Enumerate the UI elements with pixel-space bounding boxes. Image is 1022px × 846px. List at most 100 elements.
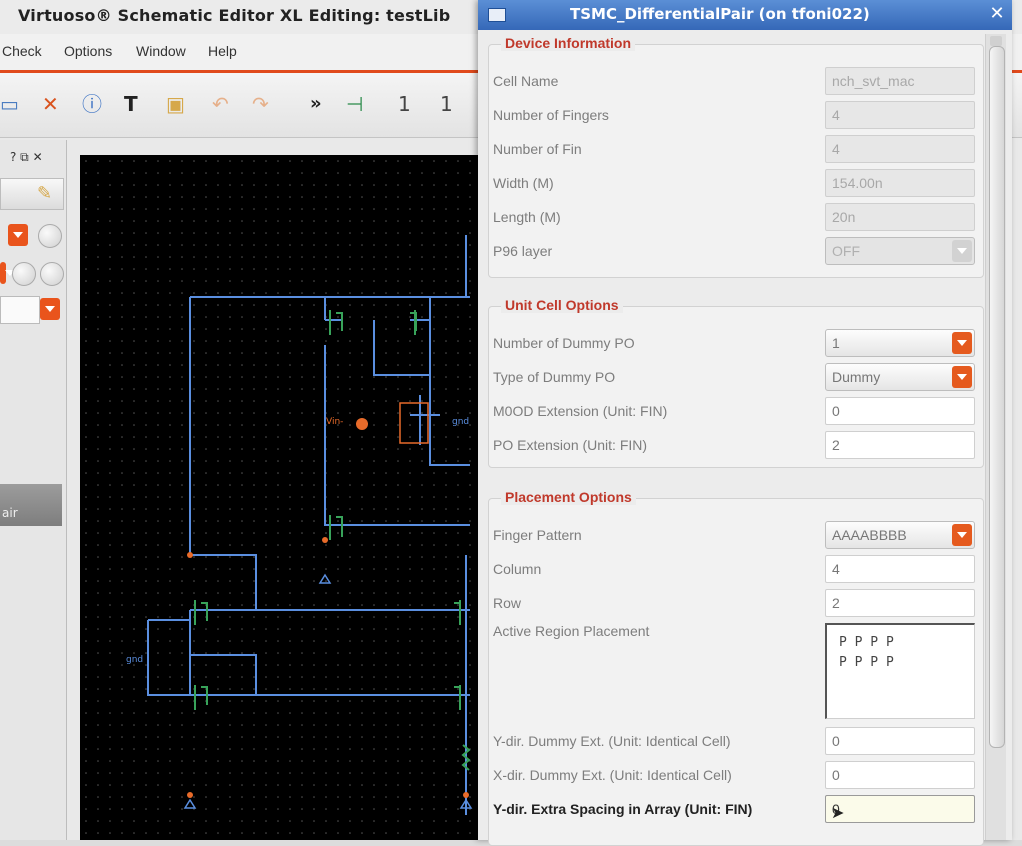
m0od-extension-input[interactable]: 0 bbox=[825, 397, 975, 425]
menu-help[interactable]: Help bbox=[208, 43, 237, 59]
cell-name-row: Cell Name nch_svt_mac bbox=[489, 65, 983, 99]
text-tool-icon[interactable]: T bbox=[124, 93, 138, 115]
label-icon[interactable]: ▣ bbox=[166, 93, 185, 115]
placement-options-group: Placement Options Finger Pattern AAAABBB… bbox=[488, 489, 984, 846]
scroll-up-icon[interactable] bbox=[990, 36, 1002, 46]
window-menu-icon[interactable] bbox=[488, 8, 506, 22]
undo-icon[interactable]: ↶ bbox=[212, 93, 229, 115]
panel-section-strip[interactable]: air bbox=[0, 484, 62, 526]
ruler-icon[interactable]: ▭ bbox=[0, 93, 19, 115]
net-tool-icon[interactable]: 1 bbox=[440, 93, 453, 115]
column-input[interactable]: 4 bbox=[825, 555, 975, 583]
column-label: Column bbox=[493, 561, 542, 577]
x-dummy-ext-label: X-dir. Dummy Ext. (Unit: Identical Cell) bbox=[493, 767, 732, 783]
menu-check[interactable]: Check bbox=[2, 43, 42, 59]
dummy-po-count-row: Number of Dummy PO 1 bbox=[489, 327, 983, 361]
left-side-panel: ? ⧉ ✕ ✎ air bbox=[0, 140, 67, 840]
unit-cell-options-group: Unit Cell Options Number of Dummy PO 1 T… bbox=[488, 297, 984, 468]
p96-layer-row: P96 layer OFF bbox=[489, 235, 983, 269]
close-icon[interactable]: ✕ bbox=[986, 3, 1008, 25]
cell-name-field: nch_svt_mac bbox=[825, 67, 975, 95]
p96-layer-label: P96 layer bbox=[493, 243, 553, 259]
length-field: 20n bbox=[825, 203, 975, 231]
po-extension-row: PO Extension (Unit: FIN) 2 bbox=[489, 429, 983, 463]
schematic-canvas[interactable]: gnd gnd Vin- bbox=[80, 155, 490, 840]
number-of-fingers-field: 4 bbox=[825, 101, 975, 129]
palette-icon: ✎ bbox=[37, 183, 53, 204]
panel-round-button-2[interactable] bbox=[12, 262, 36, 286]
dialog-scrollbar[interactable] bbox=[985, 34, 1006, 840]
m0od-extension-label: M0OD Extension (Unit: FIN) bbox=[493, 403, 668, 419]
row-count-input[interactable]: 2 bbox=[825, 589, 975, 617]
device-information-group: Device Information Cell Name nch_svt_mac… bbox=[488, 35, 984, 278]
dummy-po-count-value: 1 bbox=[832, 335, 840, 351]
x-dummy-ext-input[interactable]: 0 bbox=[825, 761, 975, 789]
p96-layer-value: OFF bbox=[832, 243, 860, 259]
cell-name-label: Cell Name bbox=[493, 73, 559, 89]
panel-tool-row[interactable]: ✎ bbox=[0, 178, 64, 210]
info-icon[interactable]: ⓘ bbox=[82, 93, 102, 115]
number-of-fin-row: Number of Fin 4 bbox=[489, 133, 983, 167]
panel-dropdown-1[interactable] bbox=[8, 224, 28, 246]
unit-cell-options-title: Unit Cell Options bbox=[501, 297, 623, 313]
m0od-extension-row: M0OD Extension (Unit: FIN) 0 bbox=[489, 395, 983, 429]
wire-tool-icon[interactable]: ⊣ bbox=[346, 93, 363, 115]
scrollbar-thumb[interactable] bbox=[989, 46, 1005, 748]
pin-tool-icon[interactable]: 1 bbox=[398, 93, 411, 115]
x-dummy-ext-row: X-dir. Dummy Ext. (Unit: Identical Cell)… bbox=[489, 759, 983, 793]
width-label: Width (M) bbox=[493, 175, 554, 191]
pin-label-vin: Vin- bbox=[326, 417, 344, 427]
y-dummy-ext-row: Y-dir. Dummy Ext. (Unit: Identical Cell)… bbox=[489, 725, 983, 759]
chevron-down-icon[interactable] bbox=[952, 524, 972, 546]
po-extension-label: PO Extension (Unit: FIN) bbox=[493, 437, 648, 453]
redo-icon[interactable]: ↷ bbox=[252, 93, 269, 115]
p96-layer-select: OFF bbox=[825, 237, 975, 265]
finger-pattern-row: Finger Pattern AAAABBBB bbox=[489, 519, 983, 553]
panel-controls[interactable]: ? ⧉ ✕ bbox=[0, 148, 66, 170]
panel-select-field[interactable] bbox=[0, 296, 40, 324]
active-region-label: Active Region Placement bbox=[493, 623, 650, 639]
dummy-po-type-select[interactable]: Dummy bbox=[825, 363, 975, 391]
column-row: Column 4 bbox=[489, 553, 983, 587]
editor-title: Virtuoso® Schematic Editor XL Editing: t… bbox=[18, 6, 451, 25]
delete-icon[interactable]: ✕ bbox=[42, 93, 59, 115]
chevron-down-icon[interactable] bbox=[952, 332, 972, 354]
dummy-po-type-row: Type of Dummy PO Dummy bbox=[489, 361, 983, 395]
panel-round-button-1[interactable] bbox=[38, 224, 62, 248]
dummy-po-count-label: Number of Dummy PO bbox=[493, 335, 635, 351]
dummy-po-count-select[interactable]: 1 bbox=[825, 329, 975, 357]
toolbar-overflow-icon[interactable]: » bbox=[310, 93, 322, 115]
width-row: Width (M) 154.00n bbox=[489, 167, 983, 201]
menu-options[interactable]: Options bbox=[64, 43, 112, 59]
y-dummy-ext-input[interactable]: 0 bbox=[825, 727, 975, 755]
number-of-fin-field: 4 bbox=[825, 135, 975, 163]
chevron-down-icon bbox=[952, 240, 972, 262]
placement-options-title: Placement Options bbox=[501, 489, 636, 505]
menu-window[interactable]: Window bbox=[136, 43, 186, 59]
length-label: Length (M) bbox=[493, 209, 561, 225]
net-label-gnd-left: gnd bbox=[126, 655, 144, 665]
number-of-fin-label: Number of Fin bbox=[493, 141, 582, 157]
device-information-title: Device Information bbox=[501, 35, 636, 51]
chevron-down-icon[interactable] bbox=[952, 366, 972, 388]
active-region-row: Active Region Placement P P P P P P P P bbox=[489, 619, 983, 719]
mouse-pointer-icon: ➤ bbox=[831, 803, 845, 822]
panel-dropdown-2[interactable] bbox=[0, 262, 15, 284]
finger-pattern-label: Finger Pattern bbox=[493, 527, 582, 543]
number-of-fingers-label: Number of Fingers bbox=[493, 107, 609, 123]
schematic-drawing bbox=[80, 155, 490, 840]
po-extension-input[interactable]: 2 bbox=[825, 431, 975, 459]
row-count-label: Row bbox=[493, 595, 522, 611]
active-region-textarea[interactable]: P P P P P P P P bbox=[825, 623, 975, 719]
finger-pattern-select[interactable]: AAAABBBB bbox=[825, 521, 975, 549]
panel-dropdown-3[interactable] bbox=[40, 298, 60, 320]
panel-round-button-3[interactable] bbox=[40, 262, 64, 286]
dialog-titlebar[interactable]: TSMC_DifferentialPair (on tfoni022) ✕ bbox=[478, 0, 1012, 30]
y-extra-spacing-input[interactable]: 0 bbox=[825, 795, 975, 823]
device-properties-dialog: TSMC_DifferentialPair (on tfoni022) ✕ De… bbox=[478, 0, 1012, 846]
finger-pattern-value: AAAABBBB bbox=[832, 527, 907, 543]
y-extra-spacing-row: Y-dir. Extra Spacing in Array (Unit: FIN… bbox=[489, 793, 983, 827]
dialog-title: TSMC_DifferentialPair (on tfoni022) bbox=[570, 5, 870, 23]
y-extra-spacing-label: Y-dir. Extra Spacing in Array (Unit: FIN… bbox=[493, 801, 753, 817]
dummy-po-type-label: Type of Dummy PO bbox=[493, 369, 616, 385]
